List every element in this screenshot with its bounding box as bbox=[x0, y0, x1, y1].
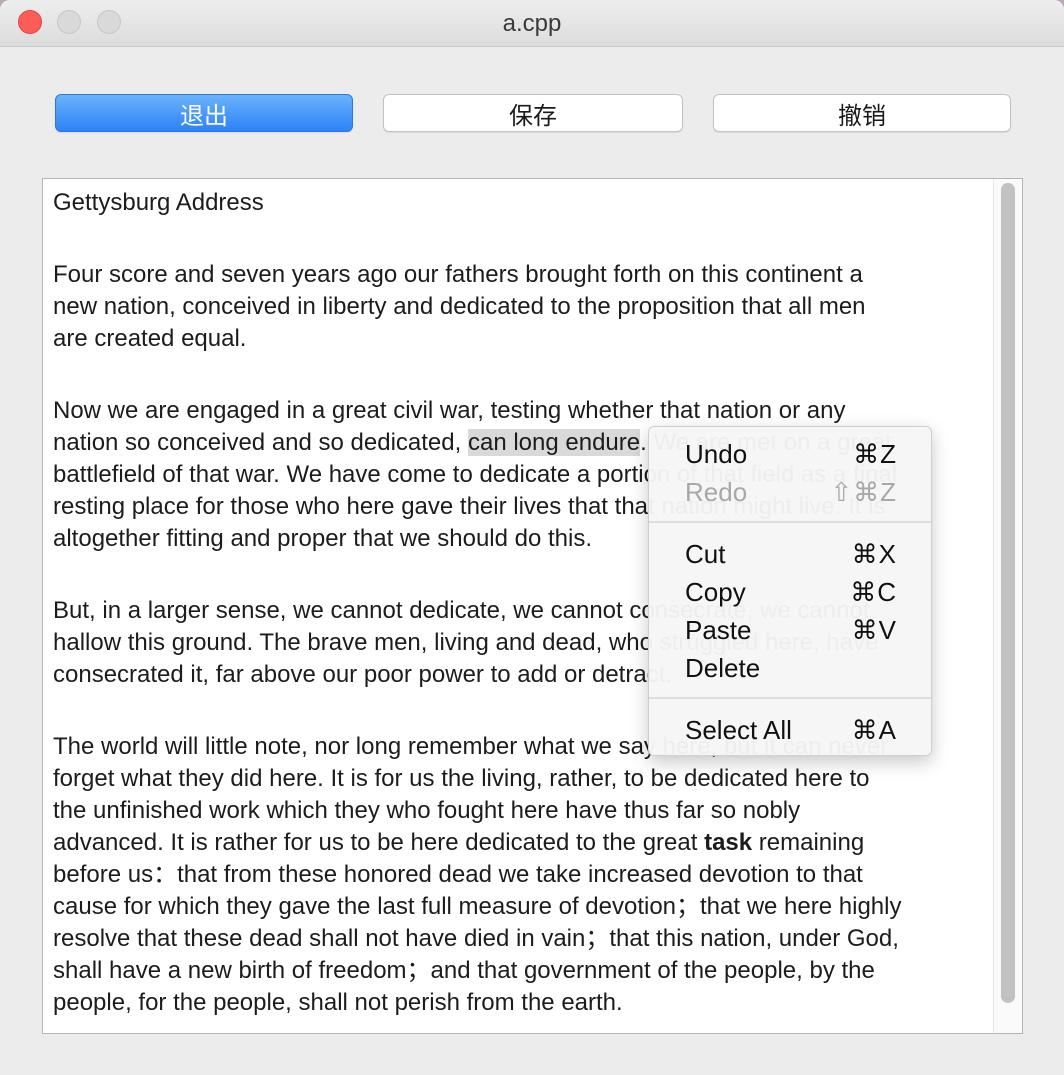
paragraph-4-end: remaining before us：that from these hono… bbox=[53, 829, 902, 1016]
menu-item-shortcut: ⌘X bbox=[851, 539, 897, 569]
bold-word: task bbox=[704, 829, 753, 856]
menu-item-label: Undo bbox=[685, 439, 748, 469]
context-menu: Undo ⌘Z Redo ⇧⌘Z Cut ⌘X Copy ⌘C Paste ⌘V… bbox=[648, 426, 932, 756]
selected-text: can long endure bbox=[467, 429, 641, 456]
menu-item-shortcut: ⌘V bbox=[851, 615, 897, 645]
menu-item-label: Redo bbox=[685, 477, 748, 507]
menu-item-undo[interactable]: Undo ⌘Z bbox=[649, 435, 931, 473]
paragraph-4: The world will little note, nor long rem… bbox=[53, 731, 988, 1019]
menu-item-label: Cut bbox=[685, 539, 726, 569]
title-bar: a.cpp bbox=[0, 0, 1064, 47]
menu-separator bbox=[649, 521, 931, 523]
window-title: a.cpp bbox=[502, 10, 562, 37]
menu-item-shortcut: ⌘A bbox=[851, 715, 897, 745]
menu-item-label: Paste bbox=[685, 615, 752, 645]
vertical-scrollbar[interactable] bbox=[993, 179, 1022, 1033]
undo-button[interactable]: 撤销 bbox=[713, 94, 1011, 132]
menu-item-copy[interactable]: Copy ⌘C bbox=[649, 573, 931, 611]
menu-item-redo: Redo ⇧⌘Z bbox=[649, 473, 931, 511]
scrollbar-thumb[interactable] bbox=[1001, 183, 1015, 1003]
menu-item-label: Select All bbox=[685, 715, 792, 745]
menu-item-shortcut: ⌘Z bbox=[853, 439, 897, 469]
menu-item-shortcut: ⇧⌘Z bbox=[830, 477, 897, 507]
document-title: Gettysburg Address bbox=[53, 189, 264, 216]
menu-item-shortcut: ⌘C bbox=[850, 577, 897, 607]
save-button[interactable]: 保存 bbox=[383, 94, 683, 132]
menu-item-label: Copy bbox=[685, 577, 746, 607]
menu-item-paste[interactable]: Paste ⌘V bbox=[649, 611, 931, 649]
menu-item-delete[interactable]: Delete bbox=[649, 649, 931, 687]
app-window: a.cpp 退出 保存 撤销 Gettysburg Address Four s… bbox=[0, 0, 1064, 1075]
quit-button[interactable]: 退出 bbox=[55, 94, 353, 132]
menu-item-cut[interactable]: Cut ⌘X bbox=[649, 535, 931, 573]
menu-item-label: Delete bbox=[685, 653, 761, 683]
menu-item-select-all[interactable]: Select All ⌘A bbox=[649, 711, 931, 749]
menu-separator bbox=[649, 697, 931, 699]
paragraph-1: Four score and seven years ago our fathe… bbox=[53, 261, 866, 352]
